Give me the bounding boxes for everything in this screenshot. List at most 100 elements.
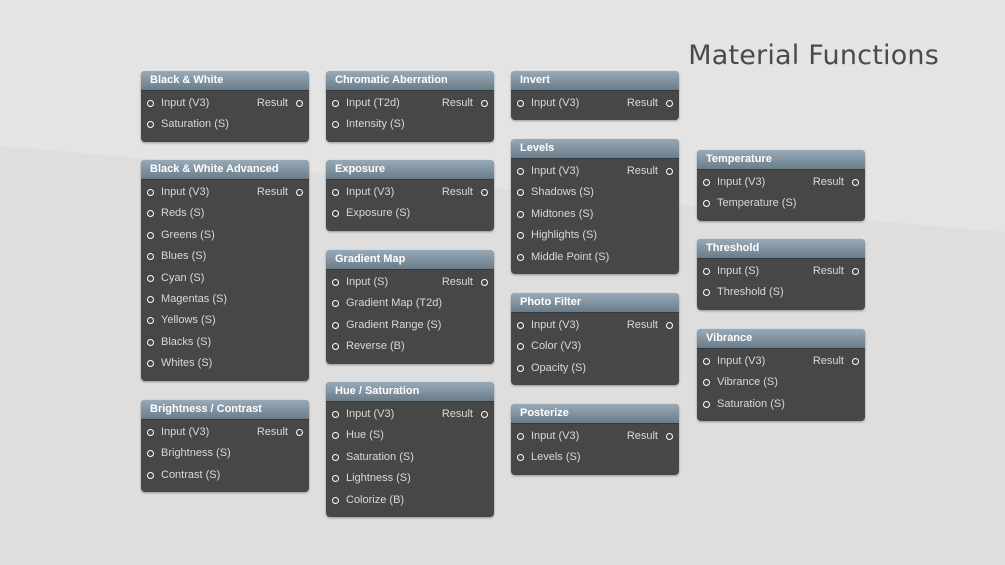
input-pin-icon[interactable] xyxy=(517,189,524,197)
input-pin-icon[interactable] xyxy=(332,411,339,418)
input-pin-icon[interactable] xyxy=(332,496,339,504)
node-black-white-advanced[interactable]: Black & White Advanced Input (V3) Result Re… xyxy=(141,160,309,381)
input-pin-icon[interactable] xyxy=(703,200,710,208)
node-brightness-contrast[interactable]: Brightness / Contrast Input (V3) Result Bri… xyxy=(141,400,309,493)
output-pin-icon[interactable] xyxy=(481,189,488,196)
input-pin-icon[interactable] xyxy=(147,338,154,346)
node-hue-saturation[interactable]: Hue / Saturation Input (V3) Result Hue (S) S… xyxy=(326,382,494,517)
node-title[interactable]: Gradient Map xyxy=(326,250,494,270)
node-title[interactable]: Black & White xyxy=(141,71,309,91)
node-levels[interactable]: Levels Input (V3) Result Shadows (S) Midtone… xyxy=(511,139,679,274)
output-pin-icon[interactable] xyxy=(481,279,488,286)
output-pin-icon[interactable] xyxy=(481,411,488,418)
node-title[interactable]: Invert xyxy=(511,71,679,91)
pin-row: Gradient Range (S) xyxy=(326,315,494,336)
input-pin-icon[interactable] xyxy=(703,358,710,365)
output-pin-icon[interactable] xyxy=(296,189,303,196)
page-title: Material Functions xyxy=(688,40,939,71)
input-pin-icon[interactable] xyxy=(147,121,154,129)
node-temperature[interactable]: Temperature Input (V3) Result Temperature (… xyxy=(697,150,865,221)
input-pin-icon[interactable] xyxy=(517,322,524,329)
pin-row: Shadows (S) xyxy=(511,182,679,203)
pin-row: Intensity (S) xyxy=(326,114,494,135)
input-label: Magentas (S) xyxy=(161,292,228,305)
node-threshold[interactable]: Threshold Input (S) Result Threshold (S) xyxy=(697,239,865,310)
input-pin-icon[interactable] xyxy=(517,433,524,440)
input-pin-icon[interactable] xyxy=(332,300,339,308)
input-pin-icon[interactable] xyxy=(147,253,154,261)
input-pin-icon[interactable] xyxy=(147,471,154,479)
pin-row: Lightness (S) xyxy=(326,468,494,489)
input-pin-icon[interactable] xyxy=(147,429,154,436)
node-title[interactable]: Brightness / Contrast xyxy=(141,400,309,420)
input-pin-icon[interactable] xyxy=(332,210,339,218)
input-pin-icon[interactable] xyxy=(147,317,154,325)
node-gradient-map[interactable]: Gradient Map Input (S) Result Gradient Map … xyxy=(326,250,494,364)
node-pins: Input (S) Result Threshold (S) xyxy=(697,259,865,310)
input-pin-icon[interactable] xyxy=(517,100,524,107)
input-pin-icon[interactable] xyxy=(517,253,524,261)
input-pin-icon[interactable] xyxy=(147,100,154,107)
node-title[interactable]: Temperature xyxy=(697,150,865,170)
input-pin-icon[interactable] xyxy=(147,295,154,303)
input-label: Input (V3) xyxy=(346,408,395,420)
output-pin-icon[interactable] xyxy=(852,358,859,365)
node-title[interactable]: Chromatic Aberration xyxy=(326,71,494,91)
node-photo-filter[interactable]: Photo Filter Input (V3) Result Color (V3) Op… xyxy=(511,293,679,386)
node-title[interactable]: Vibrance xyxy=(697,329,865,349)
input-pin-icon[interactable] xyxy=(147,189,154,196)
input-pin-icon[interactable] xyxy=(517,364,524,372)
input-pin-icon[interactable] xyxy=(517,210,524,218)
node-exposure[interactable]: Exposure Input (V3) Result Exposure (S) xyxy=(326,160,494,231)
output-pin-icon[interactable] xyxy=(296,429,303,436)
node-posterize[interactable]: Posterize Input (V3) Result Levels (S) xyxy=(511,404,679,475)
pin-row: Threshold (S) xyxy=(697,282,865,303)
input-pin-icon[interactable] xyxy=(332,279,339,286)
input-pin-icon[interactable] xyxy=(332,475,339,483)
input-pin-icon[interactable] xyxy=(703,179,710,186)
node-chromatic-aberration[interactable]: Chromatic Aberration Input (T2d) Result Int… xyxy=(326,71,494,142)
input-pin-icon[interactable] xyxy=(517,454,524,462)
input-pin-icon[interactable] xyxy=(517,232,524,240)
node-title[interactable]: Black & White Advanced xyxy=(141,160,309,180)
output-pin-icon[interactable] xyxy=(666,168,673,175)
output-pin-icon[interactable] xyxy=(666,322,673,329)
input-pin-icon[interactable] xyxy=(332,453,339,461)
node-title[interactable]: Posterize xyxy=(511,404,679,424)
input-label: Whites (S) xyxy=(161,357,213,370)
output-pin-icon[interactable] xyxy=(852,268,859,275)
input-pin-icon[interactable] xyxy=(703,400,710,408)
pin-row: Levels (S) xyxy=(511,447,679,468)
input-pin-icon[interactable] xyxy=(332,321,339,329)
input-pin-icon[interactable] xyxy=(332,343,339,351)
output-label: Result xyxy=(626,319,658,331)
input-pin-icon[interactable] xyxy=(147,450,154,458)
input-pin-icon[interactable] xyxy=(703,289,710,297)
node-title[interactable]: Photo Filter xyxy=(511,293,679,313)
input-pin-icon[interactable] xyxy=(517,343,524,351)
output-pin-icon[interactable] xyxy=(481,100,488,107)
input-pin-icon[interactable] xyxy=(147,231,154,239)
input-pin-icon[interactable] xyxy=(703,379,710,387)
node-black-white[interactable]: Black & White Input (V3) Result Saturation … xyxy=(141,71,309,142)
node-title[interactable]: Hue / Saturation xyxy=(326,382,494,402)
node-title[interactable]: Levels xyxy=(511,139,679,159)
node-title[interactable]: Exposure xyxy=(326,160,494,180)
output-pin-icon[interactable] xyxy=(666,433,673,440)
output-pin-icon[interactable] xyxy=(296,100,303,107)
input-pin-icon[interactable] xyxy=(332,432,339,440)
input-pin-icon[interactable] xyxy=(703,268,710,275)
input-pin-icon[interactable] xyxy=(332,100,339,107)
output-pin-icon[interactable] xyxy=(852,179,859,186)
node-invert[interactable]: Invert Input (V3) Result xyxy=(511,71,679,121)
input-pin-icon[interactable] xyxy=(147,210,154,218)
input-pin-icon[interactable] xyxy=(147,274,154,282)
input-pin-icon[interactable] xyxy=(517,168,524,175)
output-label: Result xyxy=(256,426,288,438)
node-title[interactable]: Threshold xyxy=(697,239,865,259)
output-pin-icon[interactable] xyxy=(666,100,673,107)
input-pin-icon[interactable] xyxy=(147,360,154,368)
node-vibrance[interactable]: Vibrance Input (V3) Result Vibrance (S) Satu… xyxy=(697,329,865,422)
input-pin-icon[interactable] xyxy=(332,189,339,196)
input-pin-icon[interactable] xyxy=(332,121,339,129)
